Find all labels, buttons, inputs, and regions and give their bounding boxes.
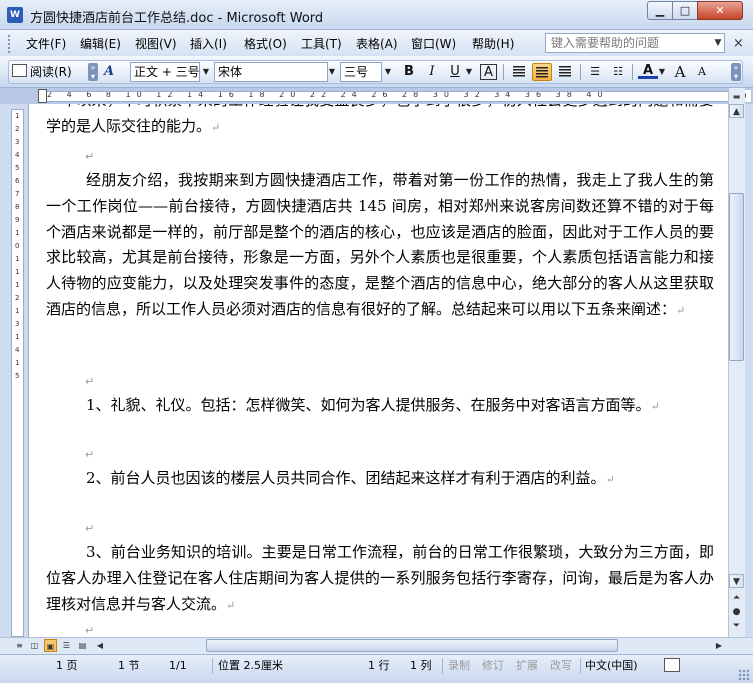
outline-view-icon[interactable]: ☰ xyxy=(60,639,73,652)
numbering-button[interactable]: ☰ xyxy=(585,63,605,81)
font-combobox[interactable]: 宋体 xyxy=(214,62,328,82)
web-layout-view-icon[interactable]: ◫ xyxy=(28,639,41,652)
select-browse-object-icon[interactable]: ● xyxy=(729,605,744,619)
menu-table[interactable]: 表格(A) xyxy=(356,36,398,52)
status-track-changes[interactable]: 修订 xyxy=(482,658,504,674)
empty-paragraph-mark: ↵ xyxy=(85,448,95,461)
menu-view[interactable]: 视图(V) xyxy=(135,36,177,52)
spelling-grammar-status-icon[interactable] xyxy=(664,658,680,672)
scroll-right-arrow-icon[interactable]: ▶ xyxy=(712,639,726,652)
character-border-button[interactable]: A xyxy=(480,64,497,80)
font-size-dropdown-arrow-icon[interactable]: ▼ xyxy=(382,63,394,81)
next-page-icon[interactable]: ⏷ xyxy=(729,619,744,633)
paragraph-top-partial: 一年以来，平时积累下来的工作经验让我受益良多，也学到了很多，初入社会更多遇到的问… xyxy=(46,104,714,135)
toolbar-overflow-chevron-icon[interactable]: » ▾ xyxy=(88,63,98,81)
align-center-button[interactable] xyxy=(532,63,552,81)
paragraph-intro: 经朋友介绍，我按期来到方圆快捷酒店工作，带着对第一份工作的热情，我走上了我人生的… xyxy=(46,171,714,318)
empty-paragraph-mark: ↵ xyxy=(85,375,95,388)
word-app-icon[interactable]: W xyxy=(7,7,23,23)
toolbar-separator xyxy=(580,64,581,80)
status-separator xyxy=(580,658,581,674)
status-record-macro[interactable]: 录制 xyxy=(448,658,470,674)
underline-dropdown-arrow-icon[interactable]: ▼ xyxy=(465,63,473,81)
horizontal-scroll-thumb[interactable] xyxy=(206,639,618,652)
menu-file[interactable]: 文件(F) xyxy=(26,36,66,52)
align-justify-icon xyxy=(513,66,525,77)
styles-pane-icon[interactable]: A xyxy=(104,62,128,82)
scroll-left-arrow-icon[interactable]: ◀ xyxy=(93,639,107,652)
vertical-scroll-thumb[interactable] xyxy=(729,193,744,361)
paragraph-item-2: 2、前台人员也因该的楼层人员共同合作、团结起来这样才有利于酒店的利益。↵ xyxy=(86,469,615,487)
toolbar-separator xyxy=(632,64,633,80)
resize-grip-icon[interactable] xyxy=(738,669,750,681)
close-button[interactable]: ✕ xyxy=(697,1,743,20)
menu-help[interactable]: 帮助(H) xyxy=(472,36,514,52)
print-layout-view-icon[interactable]: ▣ xyxy=(44,639,57,652)
align-right-button[interactable] xyxy=(555,63,575,81)
empty-paragraph-mark: ↵ xyxy=(85,150,95,163)
status-section: 1 节 xyxy=(118,659,140,672)
bullets-button[interactable]: ☷ xyxy=(608,63,628,81)
bold-button[interactable]: B xyxy=(399,63,419,81)
vertical-scrollbar[interactable] xyxy=(728,88,745,637)
reading-mode-label: 阅读(R) xyxy=(30,65,72,79)
paragraph-item-3: 3、前台业务知识的培训。主要是日常工作流程，前台的日常工作很繁琐，大致分为三方面… xyxy=(46,543,714,613)
split-handle-icon[interactable]: ▬ xyxy=(729,90,744,104)
italic-button[interactable]: I xyxy=(422,63,442,81)
style-dropdown-arrow-icon[interactable]: ▼ xyxy=(200,63,212,81)
help-search-input[interactable]: 键入需要帮助的问题 xyxy=(545,33,725,53)
align-right-icon xyxy=(559,66,571,77)
book-icon xyxy=(12,64,27,77)
font-dropdown-arrow-icon[interactable]: ▼ xyxy=(326,63,338,81)
vruler-numbers: 1 2 3 4 5 6 7 8 9 10 11 12 13 14 15 xyxy=(15,112,20,380)
empty-paragraph-mark: ↵ xyxy=(85,522,95,535)
font-color-dropdown-arrow-icon[interactable]: ▼ xyxy=(658,63,666,81)
minimize-button[interactable]: ▁ xyxy=(647,1,673,20)
menu-insert[interactable]: 插入(I) xyxy=(190,36,227,52)
status-page: 1 页 xyxy=(56,659,78,672)
font-size-combobox[interactable]: 三号 xyxy=(340,62,382,82)
scroll-up-arrow-icon[interactable]: ▲ xyxy=(729,104,744,118)
reading-mode-button[interactable]: 阅读(R) xyxy=(12,63,86,81)
menu-edit[interactable]: 编辑(E) xyxy=(80,36,121,52)
status-position: 位置 2.5厘米 xyxy=(218,659,283,672)
reading-layout-view-icon[interactable]: ▤ xyxy=(76,639,89,652)
normal-view-icon[interactable]: ≡ xyxy=(13,639,26,652)
status-language[interactable]: 中文(中国) xyxy=(585,658,638,674)
status-page-of: 1/1 xyxy=(169,659,187,672)
status-extend-selection[interactable]: 扩展 xyxy=(516,658,538,674)
grow-font-button[interactable]: A xyxy=(670,63,690,81)
help-dropdown-arrow-icon[interactable]: ▼ xyxy=(711,35,725,51)
horizontal-ruler[interactable]: 2 4 6 8 10 12 14 16 18 20 22 24 26 28 30… xyxy=(40,91,730,102)
document-page[interactable]: 一年以来，平时积累下来的工作经验让我受益良多，也学到了很多，初入社会更多遇到的问… xyxy=(28,104,728,637)
font-color-button[interactable]: A xyxy=(638,63,658,79)
status-line: 1 行 xyxy=(368,659,390,672)
underline-button[interactable]: U xyxy=(445,63,465,81)
status-overtype[interactable]: 改写 xyxy=(550,658,572,674)
status-column: 1 列 xyxy=(410,659,432,672)
vertical-ruler[interactable]: 1 2 3 4 5 6 7 8 9 10 11 12 13 14 15 xyxy=(11,109,24,637)
maximize-button[interactable]: □ xyxy=(672,1,698,20)
scroll-down-arrow-icon[interactable]: ▼ xyxy=(729,574,744,588)
ruler-numbers: 2 4 6 8 10 12 14 16 18 20 22 24 26 28 30… xyxy=(47,91,609,99)
menu-tools[interactable]: 工具(T) xyxy=(301,36,342,52)
align-center-icon xyxy=(536,67,548,78)
align-justify-button[interactable] xyxy=(509,63,529,81)
shrink-font-button[interactable]: A xyxy=(692,63,712,81)
status-separator xyxy=(442,658,443,674)
document-close-button[interactable]: × xyxy=(733,36,744,51)
style-combobox[interactable]: 正文 + 三号 xyxy=(130,62,200,82)
window-title: 方圆快捷酒店前台工作总结.doc - Microsoft Word xyxy=(30,11,324,26)
menu-format[interactable]: 格式(O) xyxy=(244,36,287,52)
previous-page-icon[interactable]: ⏶ xyxy=(729,591,744,605)
indent-marker-icon[interactable] xyxy=(38,89,47,103)
paragraph-item-1: 1、礼貌、礼仪。包括：怎样微笑、如何为客人提供服务、在服务中对客语言方面等。↵ xyxy=(86,396,660,414)
empty-paragraph-mark: ↵ xyxy=(85,624,95,637)
status-separator xyxy=(212,658,213,674)
menu-grip-handle[interactable] xyxy=(8,35,12,53)
toolbar-overflow-chevron-icon[interactable]: » ▾ xyxy=(731,63,741,81)
menu-window[interactable]: 窗口(W) xyxy=(411,36,456,52)
toolbar-separator xyxy=(503,64,504,80)
